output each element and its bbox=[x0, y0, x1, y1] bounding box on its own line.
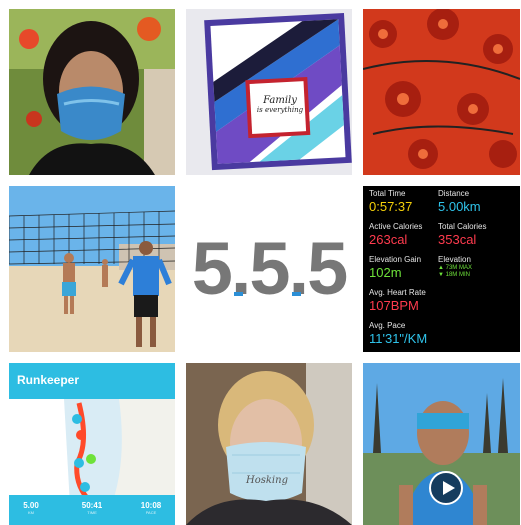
pace-value: 11'31"/KM bbox=[369, 331, 428, 346]
active-cal-value: 263cal bbox=[369, 232, 408, 247]
km-marker-3 bbox=[80, 482, 90, 492]
video-runner[interactable] bbox=[363, 363, 520, 525]
km-marker-1 bbox=[72, 414, 82, 424]
photo-family-card[interactable]: Family is everything bbox=[186, 9, 352, 175]
photo-beach[interactable] bbox=[9, 186, 175, 352]
total-cal-value: 353cal bbox=[438, 232, 477, 247]
rk-distance: 5.00 bbox=[23, 501, 39, 510]
rk-pace: 10:08 bbox=[140, 501, 162, 510]
play-icon[interactable] bbox=[429, 471, 463, 505]
distance-label: Distance bbox=[438, 189, 470, 198]
rk-time: 50:41 bbox=[81, 501, 103, 510]
hr-label: Avg. Heart Rate bbox=[369, 288, 426, 297]
elevation-label: Elevation bbox=[438, 255, 471, 264]
start-marker bbox=[76, 430, 86, 440]
tile-555[interactable]: 5.5.5 bbox=[186, 186, 352, 352]
elev-gain-value: 102m bbox=[369, 265, 402, 280]
total-cal-label: Total Calories bbox=[438, 222, 487, 231]
total-time-label: Total Time bbox=[369, 189, 406, 198]
blue-dot-1 bbox=[234, 292, 243, 296]
elev-max: ▲ 73M MAX bbox=[438, 265, 472, 271]
workout-stats[interactable]: Total Time 0:57:37 Distance 5.00km Activ… bbox=[363, 186, 520, 352]
photo-floral-masks[interactable] bbox=[363, 9, 520, 175]
mask-handwriting: Hosking bbox=[246, 475, 288, 486]
elev-min: ▼ 18M MIN bbox=[438, 272, 470, 278]
finish-marker bbox=[86, 454, 96, 464]
km-marker-2 bbox=[74, 458, 84, 468]
elev-gain-label: Elevation Gain bbox=[369, 255, 422, 264]
counter-text: 5.5.5 bbox=[192, 227, 347, 310]
pace-label: Avg. Pace bbox=[369, 321, 406, 330]
card-text: Family is everything bbox=[256, 95, 304, 114]
distance-value: 5.00km bbox=[438, 199, 481, 214]
blue-dot-2 bbox=[292, 292, 301, 296]
total-time-value: 0:57:37 bbox=[369, 199, 413, 214]
active-cal-label: Active Calories bbox=[369, 222, 423, 231]
runkeeper-footer: 5.00 KM 50:41 TIME 10:08 PACE bbox=[9, 495, 175, 525]
hr-value: 107BPM bbox=[369, 298, 419, 313]
photo-masked-woman[interactable] bbox=[9, 9, 175, 175]
runkeeper-map[interactable]: Runkeeper 5.00 KM 50:41 TIME 10:08 PACE bbox=[9, 363, 175, 525]
photo-masked-selfie[interactable]: Hosking bbox=[186, 363, 352, 525]
